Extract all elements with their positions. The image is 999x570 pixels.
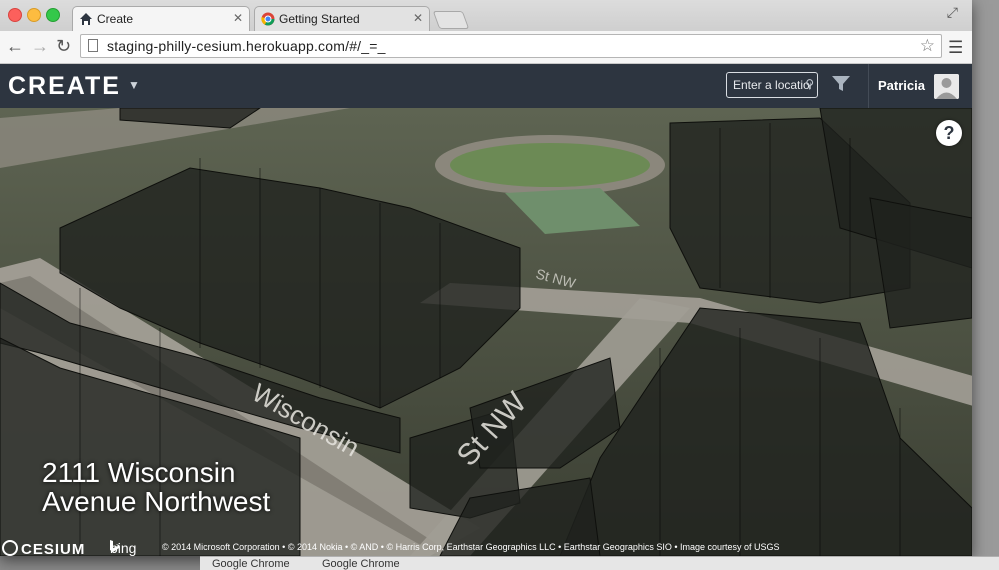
search-icon[interactable]: ⚲ [805,77,814,91]
tab-getting-started[interactable]: Getting Started ✕ [254,6,430,31]
location-search[interactable]: ⚲ [726,72,818,98]
create-favicon-icon [80,13,92,25]
user-name[interactable]: Patricia [878,78,925,93]
chrome-menu-icon[interactable]: ☰ [948,38,963,58]
background-window-item: Google Chrome [212,558,290,570]
tab-title: Getting Started [279,12,360,26]
back-arrow-icon[interactable]: ← [6,36,24,57]
help-button[interactable]: ? [936,120,962,146]
chevron-down-icon[interactable]: ▼ [128,78,140,92]
tab-strip: Create ✕ Getting Started ✕ ⤢ [0,0,972,31]
cesium-label: CESIUM [21,541,86,556]
new-tab-button[interactable] [432,11,470,29]
location-search-input[interactable] [727,73,817,97]
chrome-favicon-icon [261,12,275,26]
window-close-button[interactable] [8,8,22,22]
browser-window: Create ✕ Getting Started ✕ ⤢ ← → ↻ stagi… [0,0,972,556]
reload-icon[interactable]: ↻ [56,36,71,57]
map-credits: CESIUM bing © 2014 Microsoft Corporation… [0,540,972,556]
forward-arrow-icon[interactable]: → [31,36,49,57]
address-bar[interactable]: staging-philly-cesium.herokuapp.com/#/_=… [80,34,942,58]
address-label: 2111 Wisconsin Avenue Northwest [42,458,270,516]
user-avatar-icon [934,74,959,99]
bookmark-star-icon[interactable]: ☆ [920,36,935,56]
url-text[interactable]: staging-philly-cesium.herokuapp.com/#/_=… [107,38,386,54]
fullscreen-icon[interactable]: ⤢ [947,4,958,21]
background-window: Google Chrome Google Chrome [200,556,999,570]
tab-close-icon[interactable]: ✕ [413,11,423,25]
bing-logo[interactable]: bing [110,540,136,556]
tab-create[interactable]: Create ✕ [72,6,250,31]
tab-title: Create [97,12,134,26]
browser-toolbar: ← → ↻ staging-philly-cesium.herokuapp.co… [0,31,972,64]
address-line-1: 2111 Wisconsin [42,457,236,488]
address-line-2: Avenue Northwest [42,486,271,517]
cesium-ring-icon [2,540,18,556]
window-maximize-button[interactable] [46,8,60,22]
window-minimize-button[interactable] [27,8,41,22]
brand-logo[interactable]: CREATE [8,72,121,101]
attribution-text: © 2014 Microsoft Corporation • © 2014 No… [162,542,780,552]
page-icon [88,39,98,52]
map-viewport[interactable]: Wisconsin St NW St NW ? 2111 Wisconsin A… [0,108,972,556]
filter-icon[interactable] [832,76,850,92]
bing-icon [110,540,119,552]
header-divider [868,64,869,108]
background-window-item: Google Chrome [322,558,400,570]
tab-close-icon[interactable]: ✕ [233,11,243,25]
desktop-background [972,0,999,569]
app-header: CREATE ▼ ⚲ Patricia [0,64,972,108]
cesium-logo[interactable]: CESIUM [2,540,85,556]
avatar[interactable] [934,74,959,99]
